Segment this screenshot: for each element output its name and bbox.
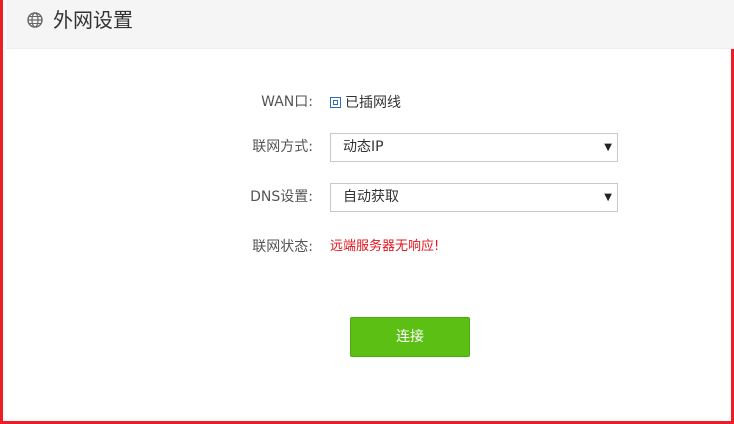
net-status-message: 远端服务器无响应!	[330, 239, 440, 254]
wan-status-text: 已插网线	[345, 95, 401, 111]
dropdown-arrow-icon: ▼	[604, 142, 612, 153]
globe-icon	[27, 12, 43, 28]
page-title: 外网设置	[53, 8, 133, 32]
connection-type-value: 动态IP	[343, 139, 384, 155]
wan-status: 已插网线	[330, 92, 401, 112]
connection-type-select[interactable]: 动态IP ▼	[330, 133, 618, 162]
dns-label: DNS设置:	[250, 189, 313, 205]
dropdown-arrow-icon: ▼	[604, 192, 612, 203]
wan-label: WAN口:	[261, 94, 313, 110]
net-status-label: 联网状态:	[252, 239, 313, 255]
connection-type-label: 联网方式:	[252, 139, 313, 155]
connect-button[interactable]: 连接	[350, 317, 470, 357]
cable-checkbox-icon	[330, 96, 341, 108]
page-frame: 外网设置 WAN口: 已插网线 联网方式: 动态IP ▼ DNS设置: 自动获取…	[0, 0, 734, 424]
dns-value: 自动获取	[343, 189, 399, 205]
page-header: 外网设置	[6, 0, 734, 49]
dns-select[interactable]: 自动获取 ▼	[330, 183, 618, 212]
